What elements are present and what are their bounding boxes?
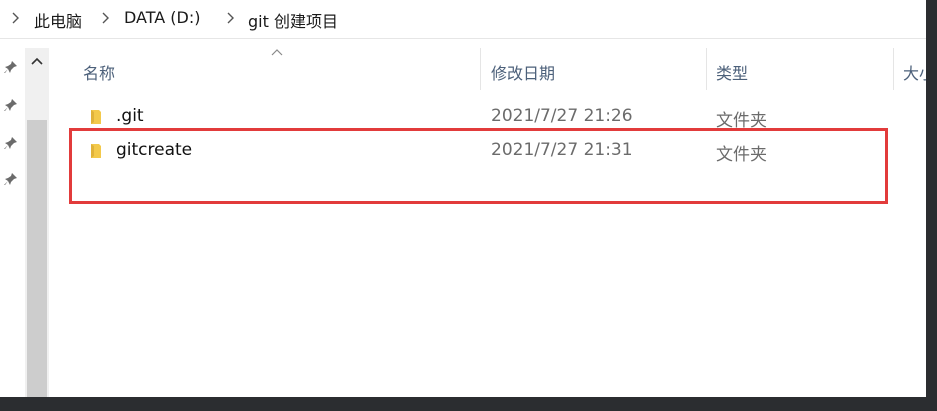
pin-icon[interactable] [4,136,18,150]
folder-icon [91,110,101,124]
chevron-right-icon[interactable] [225,10,237,26]
sort-ascending-icon [271,49,283,56]
scrollbar-thumb[interactable] [27,120,47,397]
address-bar[interactable]: 此电脑 DATA (D:) git 创建项目 [0,0,926,39]
file-modified: 2021/7/27 21:31 [491,140,633,160]
explorer-window: 此电脑 DATA (D:) git 创建项目 名称 修改日期 类型 大 .git… [0,0,926,397]
column-divider[interactable] [480,48,481,90]
chevron-right-icon[interactable] [100,10,112,26]
file-name[interactable]: .git [116,106,144,126]
breadcrumb-item-drive[interactable]: DATA (D:) [124,8,201,27]
file-list: 名称 修改日期 类型 大小 .git 2021/7/27 21:26 文件夹 g… [50,48,926,397]
column-header-modified[interactable]: 修改日期 [491,60,555,84]
breadcrumb-item-this-pc[interactable]: 此电脑 [34,8,82,32]
chevron-right-icon[interactable] [10,10,22,26]
column-divider[interactable] [706,48,707,90]
file-name[interactable]: gitcreate [116,140,192,160]
column-header-type[interactable]: 类型 [716,60,748,84]
file-type: 文件夹 [716,145,767,165]
column-divider[interactable] [893,48,894,90]
breadcrumb-item-folder[interactable]: git 创建项目 [248,8,338,32]
nav-scrollbar[interactable] [25,48,49,397]
navigation-pane [0,48,25,397]
scroll-up-arrow-icon[interactable] [25,48,49,76]
file-row[interactable]: .git 2021/7/27 21:26 文件夹 [84,104,884,131]
file-row[interactable]: gitcreate 2021/7/27 21:31 文件夹 [84,138,884,165]
column-header-name[interactable]: 名称 [83,60,115,84]
file-modified: 2021/7/27 21:26 [491,106,633,126]
file-type: 文件夹 [716,111,767,131]
column-header-size[interactable]: 大小 [903,60,926,84]
pin-icon[interactable] [4,98,18,112]
pin-icon[interactable] [4,172,18,186]
folder-icon [91,144,101,158]
pin-icon[interactable] [4,60,18,74]
